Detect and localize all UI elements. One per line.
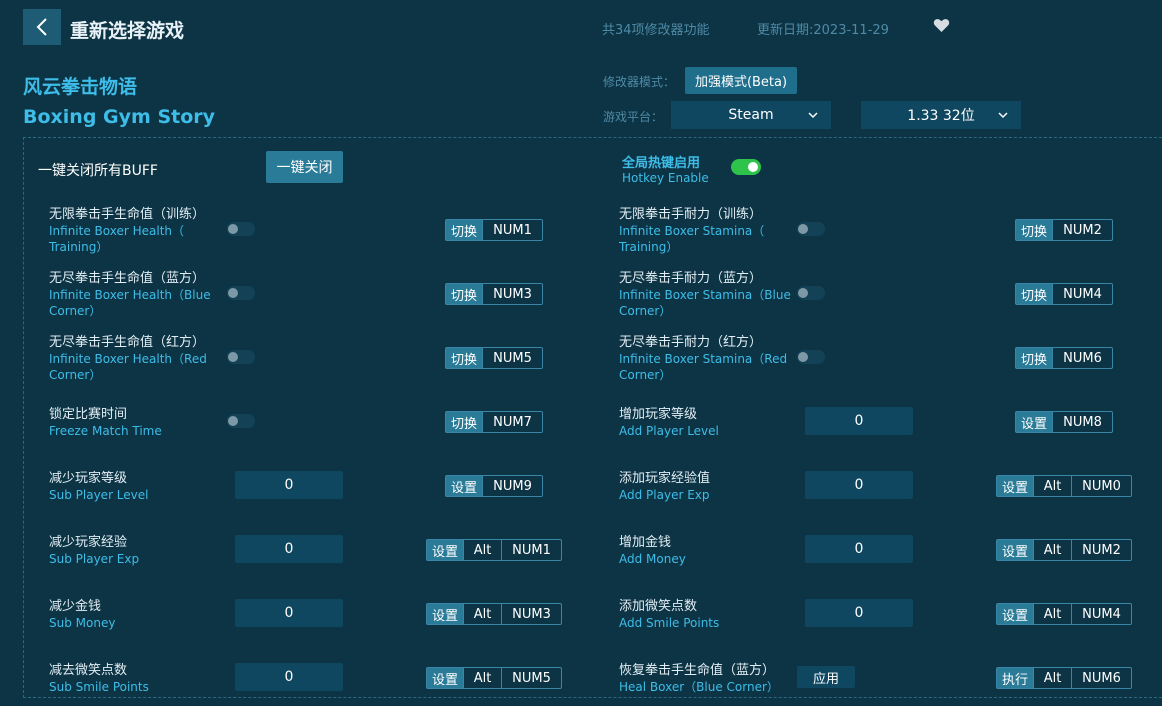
option-toggle[interactable] — [797, 222, 825, 236]
hotkey-group[interactable]: 切换 NUM6 — [1015, 347, 1113, 369]
value-input[interactable]: 0 — [235, 599, 343, 627]
close-all-label: 一键关闭所有BUFF — [38, 163, 158, 179]
option-label: 增加金钱 Add Money — [619, 535, 686, 566]
option-toggle[interactable] — [227, 286, 255, 300]
option-label: 无限拳击手耐力（训练） Infinite Boxer Stamina（ Trai… — [619, 207, 765, 254]
hotkey-group[interactable]: 设置 NUM9 — [445, 475, 543, 497]
hotkey-group[interactable]: 设置 Alt NUM2 — [996, 539, 1132, 561]
option-label: 无限拳击手生命值（训练） Infinite Boxer Health（ Trai… — [49, 207, 206, 254]
game-name-cn: 风云拳击物语 — [23, 76, 138, 98]
value-input[interactable]: 0 — [805, 407, 913, 435]
option-label: 无尽拳击手耐力（红方） Infinite Boxer Stamina（Red C… — [619, 335, 788, 382]
option-toggle[interactable] — [227, 414, 255, 428]
option-label: 无尽拳击手生命值（红方） Infinite Boxer Health（Red C… — [49, 335, 207, 382]
hotkey-group[interactable]: 执行 Alt NUM6 — [996, 667, 1132, 689]
mode-button[interactable]: 加强模式(Beta) — [685, 67, 797, 94]
close-all-button[interactable]: 一键关闭 — [266, 151, 343, 183]
back-button[interactable] — [23, 9, 61, 45]
version-value: 1.33 32位 — [907, 108, 975, 124]
game-name-en: Boxing Gym Story — [23, 106, 216, 128]
hotkey-label-en: Hotkey Enable — [622, 171, 709, 185]
option-toggle[interactable] — [797, 286, 825, 300]
option-label: 恢复拳击手生命值（蓝方） Heal Boxer（Blue Corner） — [619, 663, 779, 694]
version-select[interactable]: 1.33 32位 — [861, 101, 1021, 129]
hotkey-group[interactable]: 切换 NUM4 — [1015, 283, 1113, 305]
value-input[interactable]: 0 — [805, 471, 913, 499]
option-label: 减少金钱 Sub Money — [49, 599, 116, 630]
hotkey-group[interactable]: 切换 NUM3 — [445, 283, 543, 305]
option-label: 添加微笑点数 Add Smile Points — [619, 599, 720, 630]
hotkey-group[interactable]: 设置 Alt NUM4 — [996, 603, 1132, 625]
mode-label: 修改器模式： — [603, 75, 676, 89]
option-label: 无尽拳击手耐力（蓝方） Infinite Boxer Stamina（Blue … — [619, 271, 791, 318]
chevron-left-icon — [36, 18, 47, 36]
hotkey-group[interactable]: 切换 NUM7 — [445, 411, 543, 433]
hotkey-group[interactable]: 切换 NUM1 — [445, 219, 543, 241]
hotkey-enable-toggle[interactable] — [731, 159, 761, 175]
value-input[interactable]: 0 — [235, 535, 343, 563]
value-input[interactable]: 0 — [805, 535, 913, 563]
chevron-down-icon — [808, 112, 818, 119]
update-date: 更新日期:2023-11-29 — [757, 23, 889, 38]
hotkey-group[interactable]: 设置 Alt NUM3 — [426, 603, 562, 625]
hotkey-label-cn: 全局热键启用 — [622, 156, 701, 171]
option-toggle[interactable] — [227, 350, 255, 364]
value-input[interactable]: 0 — [235, 471, 343, 499]
hotkey-group[interactable]: 设置 Alt NUM5 — [426, 667, 562, 689]
chevron-down-icon — [998, 112, 1008, 119]
value-input[interactable]: 0 — [235, 663, 343, 691]
option-label: 减去微笑点数 Sub Smile Points — [49, 663, 149, 694]
favorite-button[interactable] — [933, 18, 950, 37]
hotkey-group[interactable]: 设置 Alt NUM0 — [996, 475, 1132, 497]
platform-label: 游戏平台： — [603, 110, 664, 124]
option-label: 锁定比赛时间 Freeze Match Time — [49, 407, 162, 438]
hotkey-group[interactable]: 设置 NUM8 — [1015, 411, 1113, 433]
hotkey-group[interactable]: 切换 NUM2 — [1015, 219, 1113, 241]
option-label: 减少玩家等级 Sub Player Level — [49, 471, 149, 502]
feature-count: 共34项修改器功能 — [602, 23, 710, 38]
platform-value: Steam — [728, 107, 774, 123]
option-toggle[interactable] — [227, 222, 255, 236]
option-label: 无尽拳击手生命值（蓝方） Infinite Boxer Health（Blue … — [49, 271, 211, 318]
heart-icon — [933, 19, 950, 32]
apply-button[interactable]: 应用 — [797, 666, 855, 688]
hotkey-group[interactable]: 设置 Alt NUM1 — [426, 539, 562, 561]
value-input[interactable]: 0 — [805, 599, 913, 627]
hotkey-group[interactable]: 切换 NUM5 — [445, 347, 543, 369]
option-label: 添加玩家经验值 Add Player Exp — [619, 471, 711, 502]
option-toggle[interactable] — [797, 350, 825, 364]
option-label: 增加玩家等级 Add Player Level — [619, 407, 719, 438]
option-label: 减少玩家经验 Sub Player Exp — [49, 535, 140, 566]
platform-select[interactable]: Steam — [671, 101, 831, 129]
page-title: 重新选择游戏 — [70, 20, 185, 42]
